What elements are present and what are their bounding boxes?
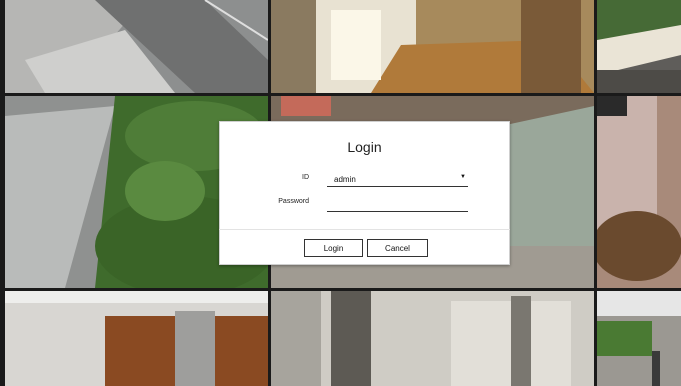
- camera-feed-1[interactable]: [5, 0, 268, 93]
- id-select[interactable]: admin ▼: [327, 173, 468, 187]
- login-dialog: Login: [219, 121, 510, 265]
- camera-feed-2[interactable]: [271, 0, 594, 93]
- password-field[interactable]: [327, 198, 468, 212]
- id-value: admin: [334, 175, 356, 184]
- cancel-button[interactable]: Cancel: [367, 239, 428, 257]
- camera-feed-7[interactable]: [5, 291, 268, 386]
- id-label: ID: [302, 174, 309, 181]
- dialog-divider: [219, 229, 510, 230]
- camera-feed-3[interactable]: [597, 0, 681, 93]
- camera-feed-8[interactable]: [271, 291, 594, 386]
- camera-feed-9[interactable]: [597, 291, 681, 386]
- dialog-title: Login: [347, 139, 382, 155]
- camera-feed-6[interactable]: [597, 96, 681, 288]
- dropdown-caret-icon: ▼: [460, 174, 466, 180]
- login-button[interactable]: Login: [304, 239, 363, 257]
- password-label: Password: [278, 198, 309, 205]
